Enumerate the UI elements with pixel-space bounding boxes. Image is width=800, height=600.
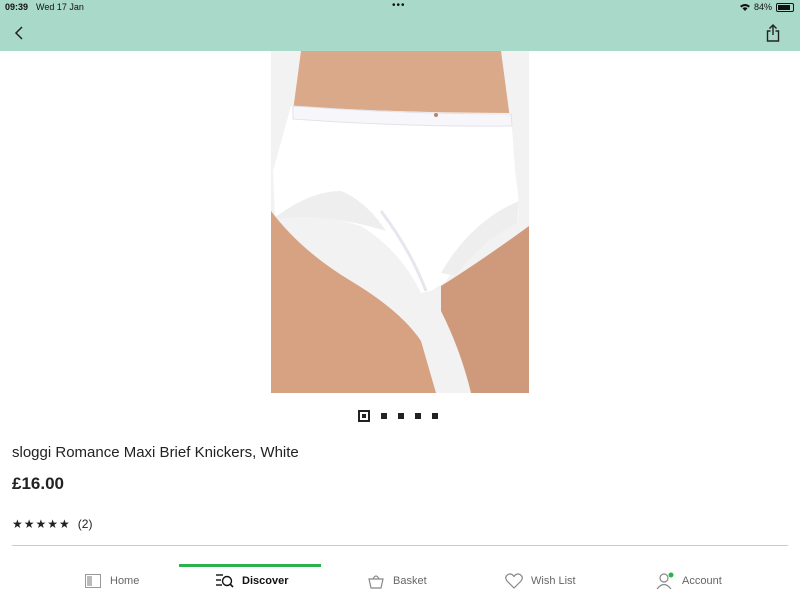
rating-count: (2) [77,517,93,531]
status-time: 09:39 [5,2,29,12]
pager-dot-3[interactable] [398,413,404,419]
chevron-left-icon [14,26,23,40]
pager-dot-5[interactable] [432,413,438,419]
product-photo [271,51,529,393]
pager-dot-4[interactable] [415,413,421,419]
battery-percent: 84% [753,2,772,12]
top-nav-bar [0,14,800,51]
back-button[interactable] [8,22,30,44]
tab-basket[interactable]: Basket [367,572,427,590]
status-date: Wed 17 Jan [36,2,84,12]
basket-icon [367,572,385,590]
bottom-tab-bar: Home Discover Basket Wish List Account [0,564,800,600]
product-image[interactable] [271,51,529,393]
product-rating[interactable]: ★★★★★ (2) [12,517,92,531]
product-title: sloggi Romance Maxi Brief Knickers, Whit… [12,444,299,461]
active-tab-indicator [179,564,321,567]
battery-icon [776,2,794,12]
tab-wishlist-label: Wish List [531,575,576,587]
wifi-icon [739,4,750,11]
pager-dot-2[interactable] [381,413,387,419]
status-right: 84% [739,2,794,12]
image-pager[interactable] [358,410,438,422]
tab-discover[interactable]: Discover [216,572,288,590]
tab-account[interactable]: Account [656,572,722,590]
tab-home-label: Home [110,575,140,587]
tab-account-label: Account [682,575,722,587]
pager-dot-1[interactable] [358,410,370,422]
discover-icon [216,572,234,590]
share-button[interactable] [762,22,784,44]
share-icon [766,24,780,42]
status-bar: 09:39 Wed 17 Jan ••• 84% [0,0,800,14]
rating-stars: ★★★★★ [12,517,71,531]
product-price: £16.00 [12,474,64,493]
tab-discover-label: Discover [242,575,289,587]
tab-wishlist[interactable]: Wish List [505,572,576,590]
multitasking-dots-icon[interactable]: ••• [392,0,406,11]
tab-home[interactable]: Home [84,572,139,590]
account-icon [656,572,674,590]
heart-icon [505,572,523,590]
home-icon [84,572,102,590]
divider [12,545,788,546]
tab-basket-label: Basket [393,575,427,587]
